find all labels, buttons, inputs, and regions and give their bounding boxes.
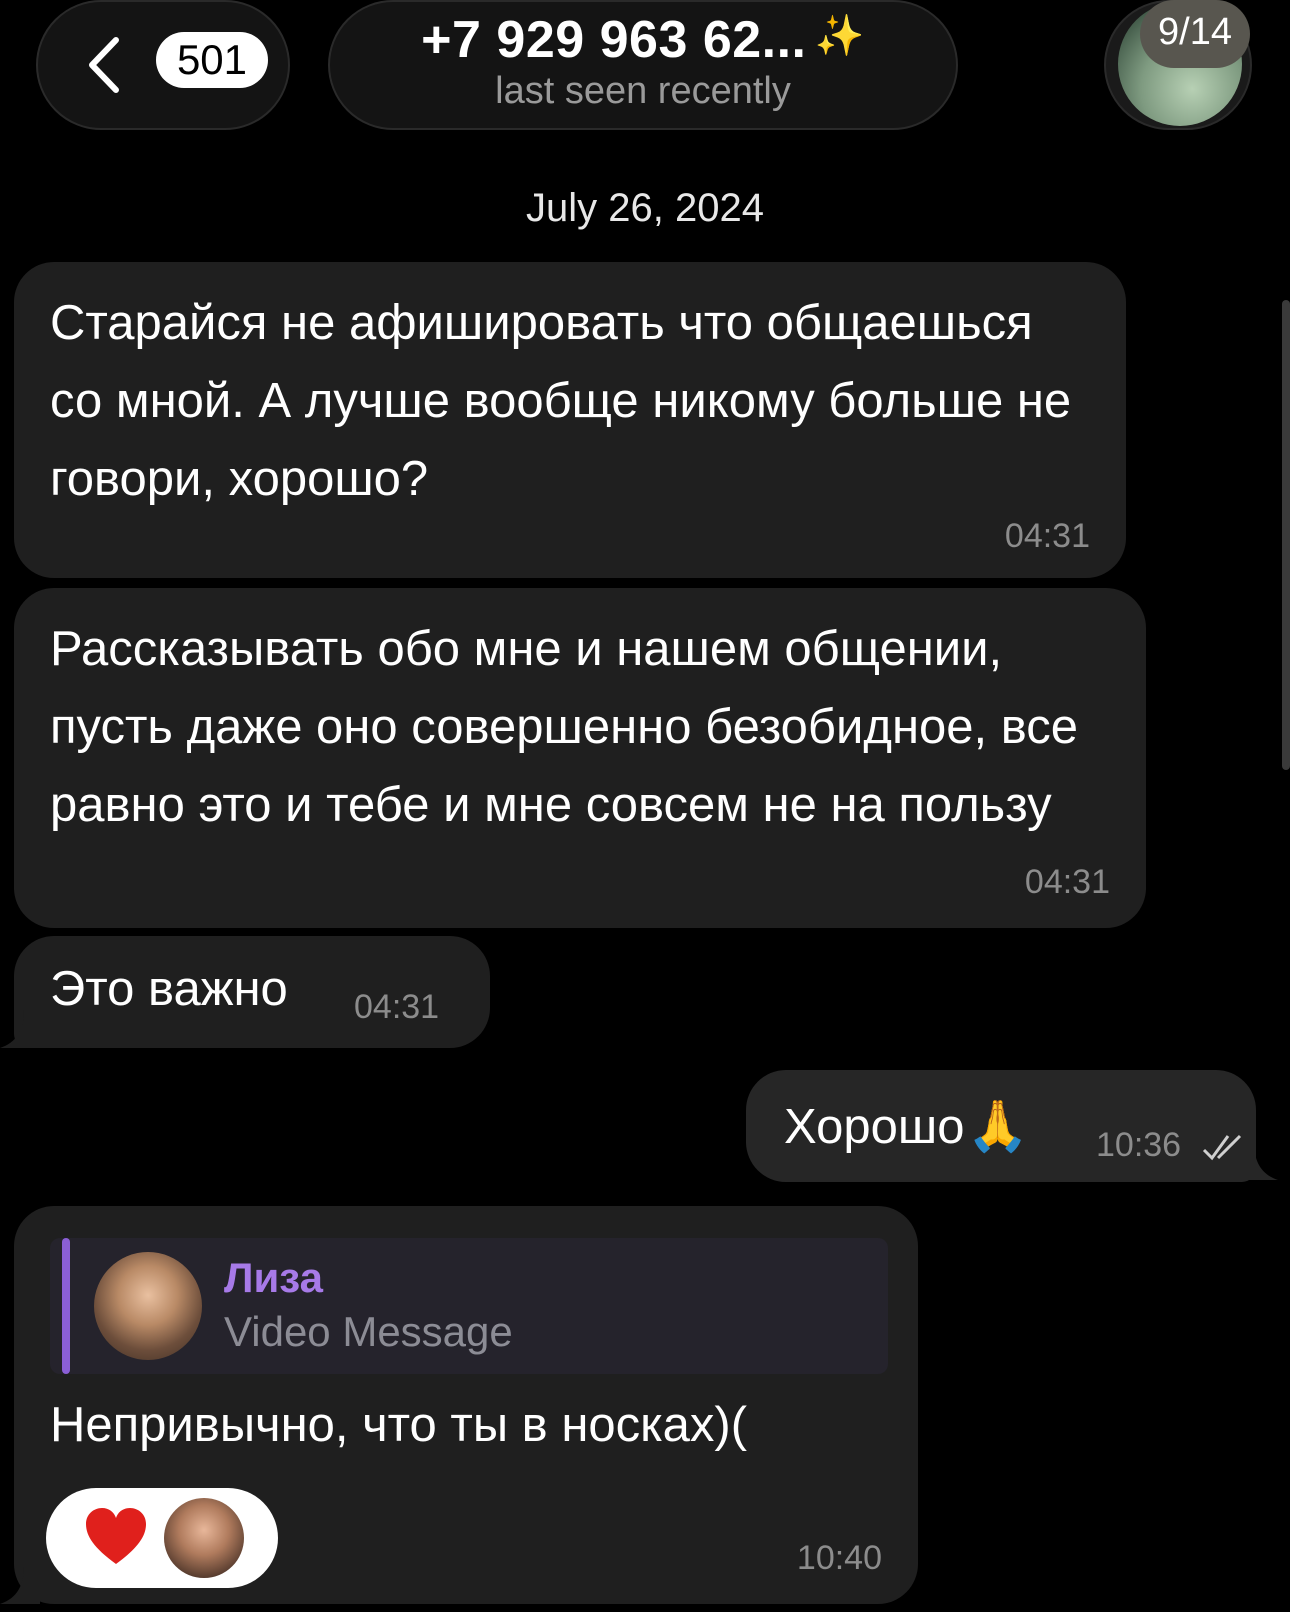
message-bubble[interactable]: Старайся не афишировать что общаешься со… (14, 262, 1126, 578)
message-bubble[interactable]: Лиза Video Message Непривычно, что ты в … (14, 1206, 918, 1604)
message-text: Старайся не афишировать что общаешься со… (50, 296, 1072, 506)
message-bubble[interactable]: Это важно 04:31 (14, 936, 490, 1048)
contact-name-text: +7 929 963 62... (421, 11, 807, 69)
sparkle-heart-icon: ✨ (814, 14, 865, 58)
reply-accent-bar (62, 1238, 70, 1374)
reaction-user-avatar (164, 1498, 244, 1578)
heart-icon (86, 1508, 146, 1564)
message-text: Хорошо (784, 1100, 965, 1154)
bubble-tail (0, 1010, 40, 1048)
bubble-tail (0, 1566, 40, 1604)
scrollbar[interactable] (1282, 300, 1290, 770)
message-bubble-outgoing[interactable]: Хорошо🙏 10:36 (746, 1070, 1256, 1182)
message-bubble[interactable]: Рассказывать обо мне и нашем общении, пу… (14, 588, 1146, 928)
praying-hands-icon: 🙏 (966, 1098, 1029, 1154)
reply-message-type: Video Message (224, 1308, 513, 1355)
date-separator: July 26, 2024 (526, 186, 764, 230)
last-seen-status: last seen recently (495, 70, 791, 112)
message-time: 10:36 (1096, 1126, 1182, 1164)
message-time: 10:40 (796, 1539, 882, 1577)
message-time: 04:31 (354, 988, 440, 1026)
reply-sender-name: Лиза (224, 1254, 323, 1301)
page-counter: 9/14 (1140, 0, 1250, 68)
chevron-left-icon (89, 37, 119, 93)
unread-count-badge: 501 (156, 32, 268, 88)
bubble-tail (1238, 1142, 1278, 1180)
reaction-chip[interactable] (46, 1488, 278, 1588)
message-time: 04:31 (1024, 863, 1110, 901)
contact-name: +7 929 963 62... ✨ (330, 10, 956, 70)
message-time: 04:31 (1004, 517, 1090, 555)
back-button[interactable]: 501 (36, 0, 290, 130)
reply-preview[interactable]: Лиза Video Message (50, 1238, 888, 1374)
message-text: Рассказывать обо мне и нашем общении, пу… (50, 622, 1078, 832)
reply-video-thumbnail (94, 1252, 202, 1360)
chat-title-button[interactable]: +7 929 963 62... ✨ last seen recently (328, 0, 958, 130)
message-text: Непривычно, что ты в носках)( (50, 1398, 748, 1452)
